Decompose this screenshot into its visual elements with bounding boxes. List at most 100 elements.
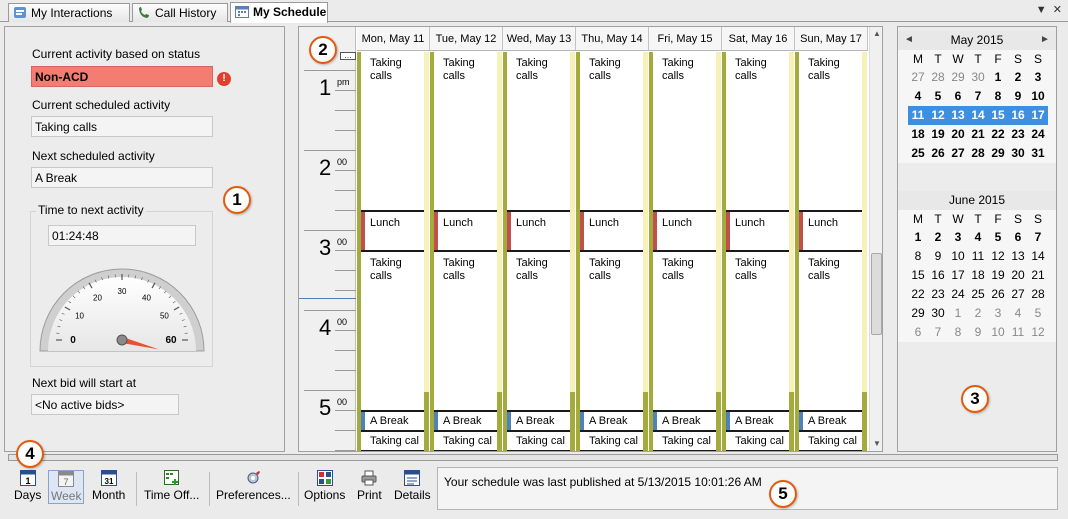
- calendar-day[interactable]: 19: [928, 125, 948, 144]
- activity-block[interactable]: Taking calls: [361, 52, 424, 212]
- month-button[interactable]: 31 Month: [92, 470, 125, 502]
- calendar-day[interactable]: 17: [1028, 106, 1048, 125]
- day-column[interactable]: Taking calls Lunch Taking calls A Break Taki…: [795, 52, 868, 451]
- activity-block[interactable]: A Break: [726, 412, 789, 432]
- activity-block[interactable]: Lunch: [799, 212, 862, 252]
- activity-block[interactable]: Lunch: [434, 212, 497, 252]
- calendar-day[interactable]: 26: [928, 144, 948, 163]
- day-column[interactable]: Taking calls Lunch Taking calls A Break Taki…: [357, 52, 430, 451]
- calendar-day[interactable]: 10: [948, 247, 968, 266]
- calendar-day[interactable]: 27: [1008, 285, 1028, 304]
- activity-block[interactable]: Taking cal: [507, 432, 570, 451]
- calendar-day[interactable]: 20: [948, 125, 968, 144]
- calendar-day[interactable]: 9: [968, 323, 988, 342]
- calendar-day[interactable]: 25: [968, 285, 988, 304]
- scroll-thumb[interactable]: [871, 253, 882, 335]
- activity-block[interactable]: Taking calls: [726, 52, 789, 212]
- activity-block[interactable]: A Break: [799, 412, 862, 432]
- print-button[interactable]: Print: [357, 470, 382, 502]
- calendar-day[interactable]: 27: [908, 68, 928, 87]
- week-button[interactable]: 7 Week: [48, 470, 85, 504]
- calendar-day[interactable]: 26: [988, 285, 1008, 304]
- days-button[interactable]: 1 Days: [14, 470, 41, 502]
- preferences-button[interactable]: Preferences...: [216, 470, 291, 502]
- calendar-day[interactable]: 6: [908, 323, 928, 342]
- schedule-scrollbar[interactable]: ▲ ▼: [869, 27, 882, 451]
- calendar-day[interactable]: 23: [1008, 125, 1028, 144]
- calendar-day[interactable]: 2: [1008, 68, 1028, 87]
- activity-block[interactable]: Lunch: [580, 212, 643, 252]
- calendar-day[interactable]: 22: [908, 285, 928, 304]
- calendar-day[interactable]: 12: [988, 247, 1008, 266]
- calendar-day[interactable]: 2: [968, 304, 988, 323]
- calendar-day[interactable]: 30: [928, 304, 948, 323]
- calendar-day[interactable]: 5: [1028, 304, 1048, 323]
- schedule-grid[interactable]: 1 pm 2 00 3 00 4 00 5 00 Mon, May 11 Taking calls L…: [298, 26, 883, 452]
- day-header[interactable]: Sun, May 17: [795, 27, 868, 51]
- calendar-day[interactable]: 8: [908, 247, 928, 266]
- activity-block[interactable]: Taking calls: [580, 52, 643, 212]
- calendar-day[interactable]: 6: [1008, 228, 1028, 247]
- calendar-day[interactable]: 3: [948, 228, 968, 247]
- tab-call-history[interactable]: Call History: [132, 3, 228, 22]
- calendar-day[interactable]: 14: [968, 106, 988, 125]
- calendar-day[interactable]: 13: [1008, 247, 1028, 266]
- calendar-day[interactable]: 10: [1028, 87, 1048, 106]
- calendar-day[interactable]: 4: [908, 87, 928, 106]
- calendar-day[interactable]: 11: [1008, 323, 1028, 342]
- calendar-day[interactable]: 21: [1028, 266, 1048, 285]
- day-column[interactable]: Taking calls Lunch Taking calls A Break Taki…: [649, 52, 722, 451]
- calendar-day[interactable]: 18: [908, 125, 928, 144]
- calendar-day[interactable]: 29: [908, 304, 928, 323]
- calendar-day[interactable]: 3: [1028, 68, 1048, 87]
- activity-block[interactable]: Taking cal: [361, 432, 424, 451]
- calendar-day[interactable]: 1: [948, 304, 968, 323]
- day-column[interactable]: Taking calls Lunch Taking calls A Break Taki…: [430, 52, 503, 451]
- calendar-day[interactable]: 8: [948, 323, 968, 342]
- activity-block[interactable]: Lunch: [726, 212, 789, 252]
- scroll-down-icon[interactable]: ▼: [873, 439, 881, 448]
- day-header[interactable]: Fri, May 15: [649, 27, 722, 51]
- calendar-day[interactable]: 5: [928, 87, 948, 106]
- scroll-up-icon[interactable]: ▲: [873, 29, 881, 38]
- time-off-button[interactable]: Time Off...: [144, 470, 199, 502]
- calendar-day[interactable]: 22: [988, 125, 1008, 144]
- activity-block[interactable]: Taking calls: [799, 252, 862, 412]
- calendar-day[interactable]: 13: [948, 106, 968, 125]
- activity-block[interactable]: Taking cal: [799, 432, 862, 451]
- calendar-day[interactable]: 25: [908, 144, 928, 163]
- calendar-day[interactable]: 7: [1028, 228, 1048, 247]
- options-button[interactable]: Options: [304, 470, 345, 502]
- calendar-day[interactable]: 5: [988, 228, 1008, 247]
- calendar-day[interactable]: 15: [908, 266, 928, 285]
- calendar-day[interactable]: 16: [1008, 106, 1028, 125]
- activity-block[interactable]: Taking calls: [580, 252, 643, 412]
- close-icon[interactable]: ✕: [1053, 4, 1062, 16]
- calendar-day[interactable]: 11: [968, 247, 988, 266]
- calendar-day[interactable]: 20: [1008, 266, 1028, 285]
- calendar-day[interactable]: 15: [988, 106, 1008, 125]
- activity-block[interactable]: Taking calls: [507, 52, 570, 212]
- dropdown-icon[interactable]: ▼: [1036, 4, 1047, 16]
- day-header[interactable]: Wed, May 13: [503, 27, 576, 51]
- activity-block[interactable]: Taking calls: [434, 252, 497, 412]
- calendar-day[interactable]: 11: [908, 106, 928, 125]
- activity-block[interactable]: Taking calls: [434, 52, 497, 212]
- calendar-day[interactable]: 7: [928, 323, 948, 342]
- calendar-day[interactable]: 3: [988, 304, 1008, 323]
- calendar-day[interactable]: 4: [1008, 304, 1028, 323]
- calendar-day[interactable]: 28: [1028, 285, 1048, 304]
- activity-block[interactable]: Taking calls: [799, 52, 862, 212]
- prev-month-icon[interactable]: ◄: [902, 33, 916, 47]
- activity-block[interactable]: Taking calls: [653, 52, 716, 212]
- calendar-day[interactable]: 14: [1028, 247, 1048, 266]
- day-column[interactable]: Taking calls Lunch Taking calls A Break Taki…: [722, 52, 795, 451]
- calendar-day[interactable]: 7: [968, 87, 988, 106]
- calendar-day[interactable]: 31: [1028, 144, 1048, 163]
- activity-block[interactable]: Lunch: [361, 212, 424, 252]
- calendar-day[interactable]: 28: [928, 68, 948, 87]
- calendar-day[interactable]: 29: [988, 144, 1008, 163]
- activity-block[interactable]: Taking calls: [507, 252, 570, 412]
- tab-my-interactions[interactable]: My Interactions: [8, 3, 130, 22]
- calendar-day[interactable]: 29: [948, 68, 968, 87]
